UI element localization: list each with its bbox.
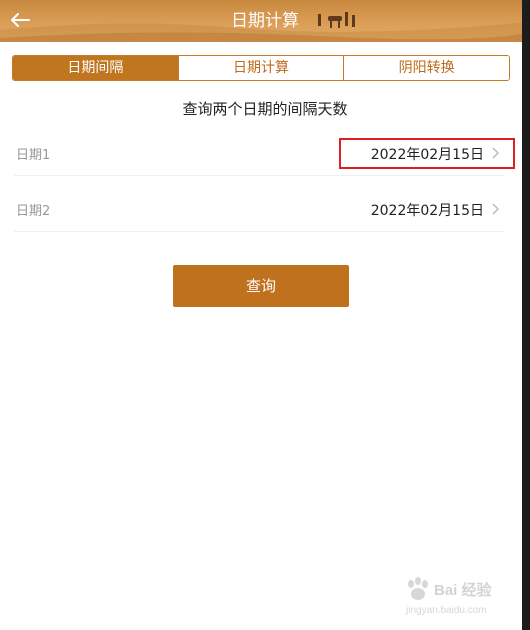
chevron-right-icon (492, 147, 499, 159)
title-bar: 日期计算 (0, 0, 530, 42)
segmented-tabs: 日期间隔 日期计算 阴阳转换 (12, 55, 510, 81)
tab-date-interval[interactable]: 日期间隔 (13, 56, 178, 80)
watermark-text: Bai 经验 (434, 582, 492, 599)
date1-row[interactable]: 日期1 2022年02月15日 (14, 132, 504, 176)
watermark-url: jingyan.baidu.com (406, 605, 487, 616)
tab-date-calculation[interactable]: 日期计算 (177, 56, 344, 80)
paw-logo-icon (408, 577, 428, 600)
date2-row[interactable]: 日期2 2022年02月15日 (14, 188, 504, 232)
date2-value[interactable]: 2022年02月15日 (371, 200, 484, 220)
tab-lunar-solar-conversion[interactable]: 阴阳转换 (343, 56, 509, 80)
date1-label: 日期1 (16, 148, 51, 163)
screen-edge (522, 0, 530, 630)
section-heading: 查询两个日期的间隔天数 (182, 100, 348, 118)
query-button[interactable]: 查询 (173, 265, 349, 307)
chevron-right-icon (492, 203, 499, 215)
page-title: 日期计算 (231, 11, 299, 31)
watermark-logo: Bai 经验 jingyan.baidu.com (404, 575, 524, 625)
date2-label: 日期2 (16, 204, 51, 219)
date1-value[interactable]: 2022年02月15日 (371, 144, 484, 164)
